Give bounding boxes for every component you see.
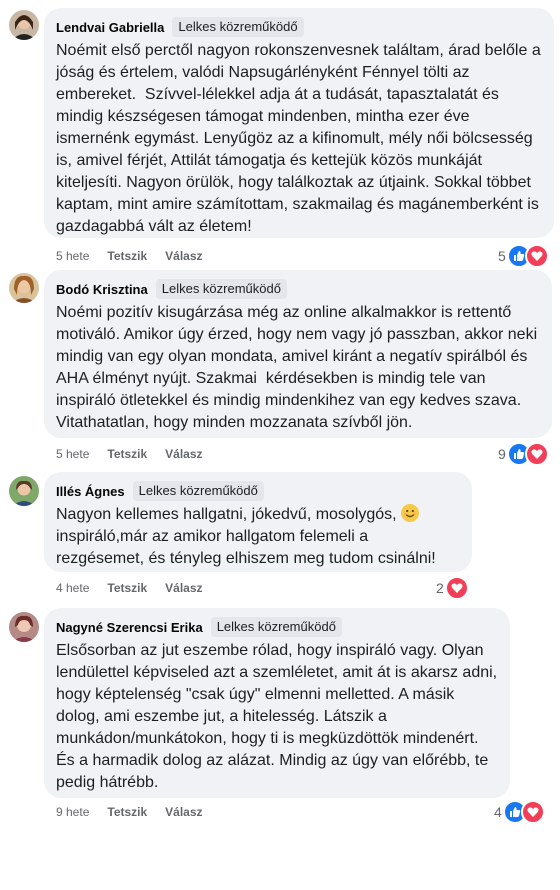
comment-text: Nagyon kellemes hallgatni, jókedvű, moso… [56,504,460,570]
avatar[interactable] [9,612,39,642]
avatar-photo [9,10,39,40]
reaction-summary[interactable]: 4 [494,800,545,824]
reaction-count: 5 [498,248,506,264]
comment-bubble: Nagyné Szerencsi Erika Lelkes közreműköd… [44,608,510,798]
reaction-count: 2 [436,580,444,596]
smiling-face-emoji-icon [401,504,420,522]
contributor-badge: Lelkes közreműködő [132,481,264,501]
comment-bubble: Bodó Krisztina Lelkes közreműködő Noémi … [44,270,552,438]
comment-actions: 9 hete Tetszik Válasz [56,802,203,822]
comment-actions: 5 hete Tetszik Válasz [56,246,203,266]
comment-text-part: inspiráló,már az amikor hallgatom feleme… [56,528,436,567]
reaction-count: 9 [498,446,506,462]
timestamp[interactable]: 5 hete [56,249,89,263]
contributor-badge: Lelkes közreműködő [210,617,342,637]
comment-bubble: Lendvai Gabriella Lelkes közreműködő Noé… [44,8,554,238]
reply-link[interactable]: Válasz [165,805,202,819]
reaction-summary[interactable]: 2 [436,576,469,600]
timestamp[interactable]: 9 hete [56,805,89,819]
comment-text-part: Nagyon kellemes hallgatni, jókedvű, moso… [56,506,402,523]
reaction-summary[interactable]: 9 [498,442,549,466]
avatar-photo [9,476,39,506]
love-reaction-icon [444,576,469,600]
author-name[interactable]: Bodó Krisztina [56,282,148,297]
contributor-badge: Lelkes közreműködő [172,17,304,37]
like-link[interactable]: Tetszik [107,249,147,263]
timestamp[interactable]: 5 hete [56,447,89,461]
reply-link[interactable]: Válasz [165,581,202,595]
avatar[interactable] [9,476,39,506]
reaction-count: 4 [494,804,502,820]
comment-text: Noémit első perctől nagyon rokonszenvesn… [56,42,546,235]
comment-actions: 5 hete Tetszik Válasz [56,444,203,464]
like-link[interactable]: Tetszik [107,581,147,595]
comment-bubble: Illés Ágnes Lelkes közreműködő Nagyon ke… [44,472,472,572]
contributor-badge: Lelkes közreműködő [155,279,287,299]
love-reaction-icon [524,442,549,466]
comment-text: Elsősorban az jut eszembe rólad, hogy in… [56,642,502,791]
love-reaction-icon [520,800,545,824]
comment-text: Noémi pozitív kisugárzása még az online … [56,304,542,431]
author-name[interactable]: Illés Ágnes [56,484,125,499]
avatar[interactable] [9,10,39,40]
like-link[interactable]: Tetszik [107,447,147,461]
avatar-photo [9,273,39,303]
author-name[interactable]: Nagyné Szerencsi Erika [56,620,203,635]
reply-link[interactable]: Válasz [165,447,202,461]
love-reaction-icon [524,244,549,268]
comment-actions: 4 hete Tetszik Válasz [56,578,203,598]
like-link[interactable]: Tetszik [107,805,147,819]
reaction-summary[interactable]: 5 [498,244,549,268]
author-name[interactable]: Lendvai Gabriella [56,20,164,35]
avatar-photo [9,612,39,642]
avatar[interactable] [9,273,39,303]
reply-link[interactable]: Válasz [165,249,202,263]
timestamp[interactable]: 4 hete [56,581,89,595]
